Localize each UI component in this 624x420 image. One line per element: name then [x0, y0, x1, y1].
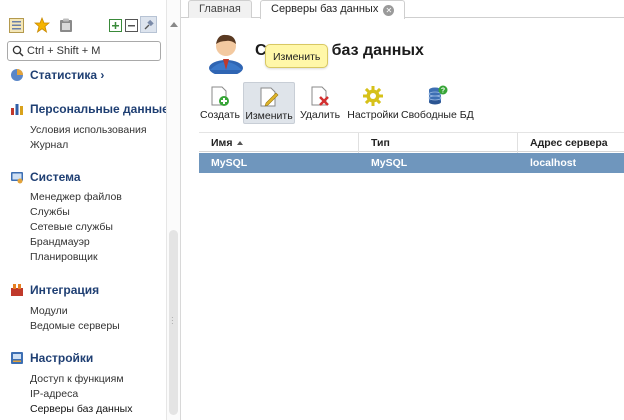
nav-group-header[interactable]: Настройки [10, 350, 93, 366]
delete-button[interactable]: Удалить [297, 82, 343, 124]
splitter-grip-icon[interactable]: · · · [171, 314, 175, 328]
sidebar-item-firewall[interactable]: Брандмауэр [30, 235, 122, 250]
sidebar-item-function-access[interactable]: Доступ к функциям [30, 372, 132, 387]
search-icon [12, 45, 24, 57]
nav-group-title: Статистика › [30, 68, 105, 82]
nav-group-title: Система [30, 170, 81, 184]
sidebar-item-slave-servers[interactable]: Ведомые серверы [30, 319, 120, 334]
column-header-label: Адрес сервера [530, 137, 608, 149]
nav-group-title: Настройки [30, 351, 94, 365]
bar-chart-icon [11, 104, 23, 115]
collapse-all-icon[interactable] [123, 17, 139, 33]
delete-label: Удалить [299, 109, 341, 121]
sidebar-item-journal[interactable]: Журнал [30, 138, 147, 153]
sidebar-item-database-servers[interactable]: Серверы баз данных [30, 402, 132, 417]
system-icon [11, 172, 23, 184]
create-label: Создать [200, 109, 240, 121]
nav-group-header[interactable]: Статистика › [10, 67, 104, 83]
create-button[interactable]: Создать [199, 82, 241, 124]
expand-all-icon[interactable] [107, 17, 123, 33]
edit-tooltip: Изменить [265, 44, 329, 68]
scroll-up-arrow-icon[interactable] [170, 22, 178, 27]
table-row[interactable]: MySQL MySQL localhost [199, 153, 624, 173]
table-header: Имя Тип Адрес сервера [199, 132, 624, 153]
nav-group-header[interactable]: Интеграция [10, 282, 99, 298]
sidebar-item-services[interactable]: Службы [30, 205, 122, 220]
tab-label: Главная [199, 3, 241, 15]
column-header-server-address[interactable]: Адрес сервера [518, 133, 624, 153]
sidebar-toolbar [8, 16, 158, 35]
cell-name: MySQL [211, 157, 248, 169]
main-panel: Главная Серверы баз данных ✕ Серверы баз … [181, 0, 624, 420]
cell-type: MySQL [371, 157, 408, 169]
sort-ascending-icon [237, 141, 244, 145]
settings-icon [11, 352, 23, 364]
sidebar-item-ip-addresses[interactable]: IP-адреса [30, 387, 132, 402]
free-databases-button[interactable]: ? Свободные БД [401, 82, 474, 124]
edit-icon [260, 87, 279, 107]
tree-view-icon[interactable] [8, 17, 24, 33]
tab-bar: Главная Серверы баз данных ✕ [181, 0, 624, 19]
nav-group-header[interactable]: Персональные данные [10, 101, 166, 117]
tab-home[interactable]: Главная [188, 0, 252, 18]
statistics-icon [11, 69, 23, 81]
integration-icon [11, 284, 23, 296]
search-field[interactable] [7, 41, 161, 61]
settings-button[interactable]: Настройки [347, 82, 399, 124]
nav-group-header[interactable]: Система [10, 169, 81, 185]
cell-server-address: localhost [530, 157, 577, 169]
sidebar-item-network-services[interactable]: Сетевые службы [30, 220, 122, 235]
search-input[interactable] [27, 44, 157, 58]
sidebar-item-terms-of-use[interactable]: Условия использования [30, 123, 147, 138]
tab-database-servers[interactable]: Серверы баз данных ✕ [260, 0, 406, 19]
delete-icon [311, 86, 329, 106]
pin-icon[interactable] [140, 16, 157, 33]
column-header-label: Тип [371, 137, 390, 149]
database-icon: ? [428, 85, 448, 105]
free-databases-label: Свободные БД [401, 109, 474, 121]
create-icon [211, 86, 229, 106]
close-tab-icon[interactable]: ✕ [383, 5, 395, 16]
edit-button[interactable]: Изменить [243, 82, 295, 124]
sidebar-item-scheduler[interactable]: Планировщик [30, 250, 122, 265]
column-header-type[interactable]: Тип [359, 133, 518, 153]
sidebar-scrollbar[interactable] [166, 0, 180, 420]
nav-group-title: Интеграция [30, 283, 100, 297]
sidebar-item-modules[interactable]: Модули [30, 304, 120, 319]
settings-label: Настройки [347, 109, 399, 121]
svg-text:?: ? [441, 88, 445, 95]
favorites-star-icon[interactable] [34, 17, 50, 33]
tab-label: Серверы баз данных [271, 3, 379, 15]
nav-group-title: Персональные данные [30, 102, 166, 116]
edit-label: Изменить [245, 110, 293, 122]
sidebar: Статистика › Персональные данные Условия… [0, 0, 166, 420]
clipboard-icon[interactable] [58, 17, 74, 33]
app-window: Статистика › Персональные данные Условия… [0, 0, 624, 420]
user-avatar-icon [209, 34, 243, 74]
sidebar-item-file-manager[interactable]: Менеджер файлов [30, 190, 122, 205]
column-header-name[interactable]: Имя [199, 133, 359, 153]
gear-icon [363, 86, 383, 106]
column-header-label: Имя [211, 137, 233, 149]
